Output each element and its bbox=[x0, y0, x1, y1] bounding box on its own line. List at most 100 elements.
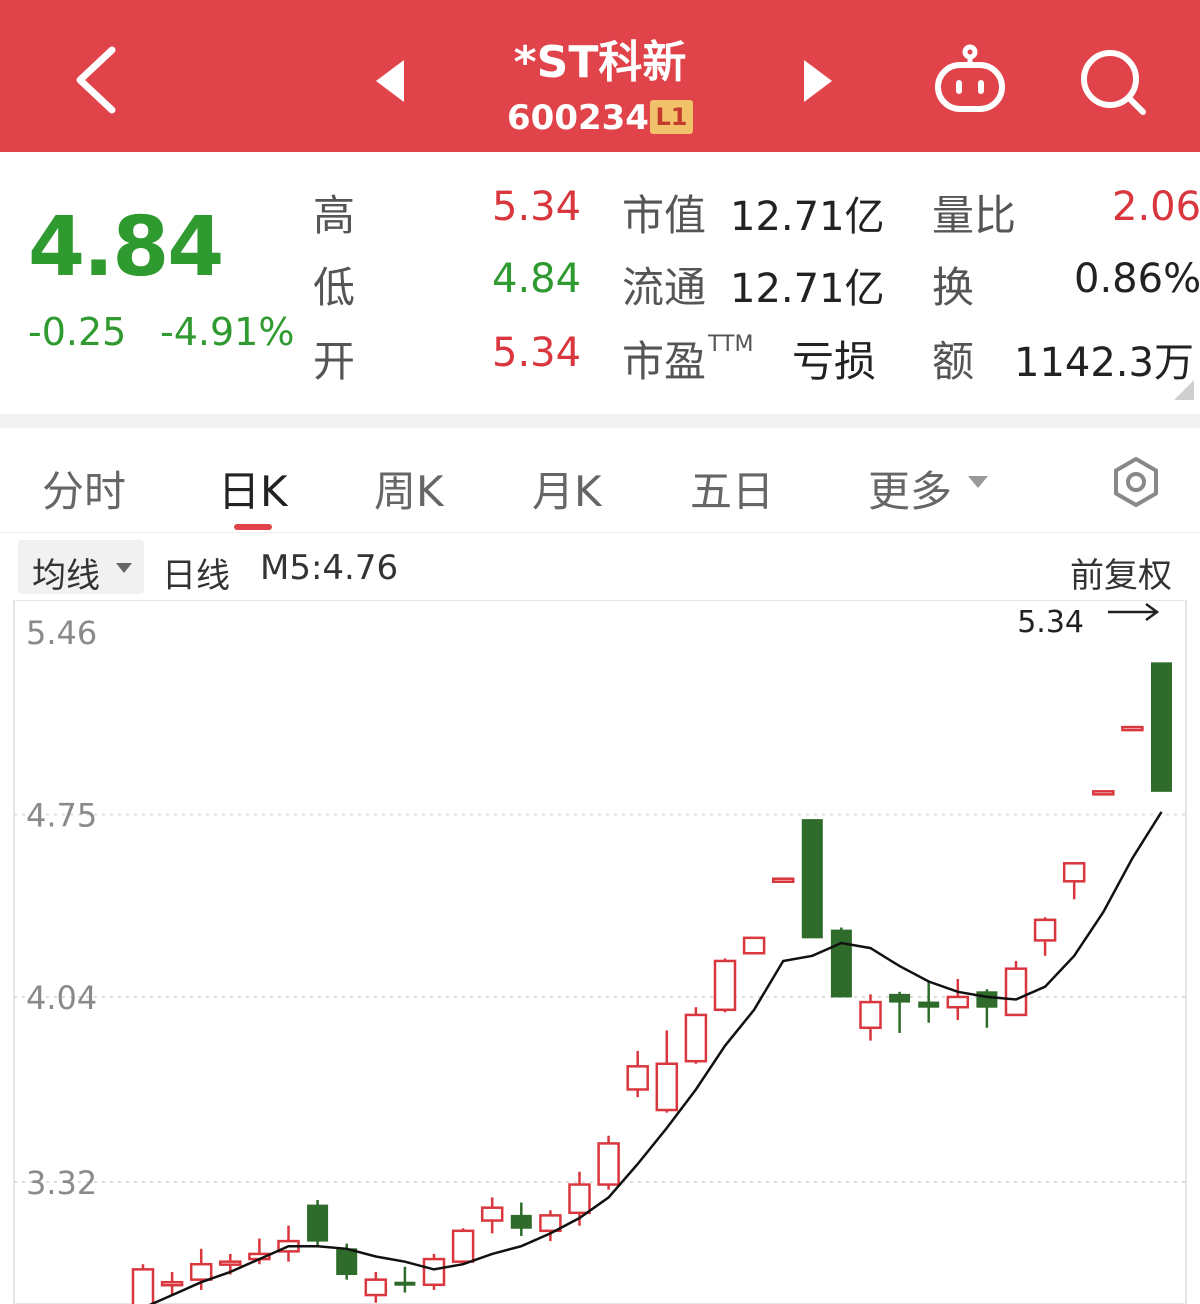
pe-label: 市盈 bbox=[622, 337, 707, 386]
candle bbox=[1062, 862, 1086, 900]
candle-body bbox=[713, 959, 737, 1012]
low-label: 低 bbox=[313, 263, 356, 312]
candle bbox=[889, 991, 911, 1033]
robot-icon[interactable] bbox=[930, 40, 1010, 120]
y-tick-label: 4.75 bbox=[26, 796, 97, 834]
candle bbox=[946, 978, 970, 1021]
candle-body bbox=[451, 1229, 475, 1263]
quote-panel: 4.84 -0.25 -4.91% 高 低 开 5.34 4.84 5.34 市… bbox=[0, 152, 1200, 414]
float-label: 流通 bbox=[622, 263, 707, 312]
candle-body bbox=[918, 1001, 940, 1008]
ma5-line bbox=[148, 811, 1163, 1304]
candle-body bbox=[1151, 662, 1172, 792]
caret-down-icon bbox=[968, 476, 988, 488]
candle bbox=[830, 927, 852, 998]
open-value: 5.34 bbox=[492, 330, 582, 376]
settings-icon[interactable] bbox=[1110, 456, 1162, 508]
max-arrow-icon bbox=[1108, 602, 1160, 622]
pe-value: 亏损 bbox=[792, 337, 877, 386]
section-divider bbox=[0, 414, 1200, 428]
chart-frame bbox=[13, 600, 1187, 1304]
tab-more[interactable]: 更多 bbox=[868, 458, 952, 519]
candle bbox=[1092, 790, 1115, 796]
y-tick-label: 5.46 bbox=[26, 614, 97, 652]
candle-body bbox=[771, 877, 795, 883]
candle-body bbox=[1092, 790, 1115, 796]
candle-body bbox=[394, 1281, 416, 1286]
pe-ttm-label: TTM bbox=[708, 332, 754, 357]
mktcap-value: 12.71亿 bbox=[730, 194, 885, 240]
tab-intraday[interactable]: 分时 bbox=[42, 458, 126, 519]
candle-body bbox=[684, 1013, 708, 1063]
candle-body bbox=[946, 995, 970, 1009]
candle bbox=[801, 819, 823, 939]
price-change: -0.25 bbox=[28, 310, 127, 354]
y-tick-label: 3.32 bbox=[26, 1164, 97, 1202]
candle bbox=[1033, 917, 1057, 956]
candle bbox=[859, 994, 882, 1041]
level-badge: L1 bbox=[650, 100, 693, 134]
candle-body bbox=[568, 1183, 591, 1215]
candle-body bbox=[336, 1248, 358, 1275]
vol-ratio-value: 2.06 bbox=[1112, 184, 1200, 230]
candle-body bbox=[219, 1260, 242, 1266]
candle-body bbox=[364, 1278, 388, 1297]
vol-ratio-label: 量比 bbox=[932, 191, 1017, 240]
ma-selector[interactable]: 均线 bbox=[18, 540, 144, 596]
ma5-value: M5:4.76 bbox=[260, 548, 399, 588]
candle-body bbox=[480, 1206, 504, 1222]
candle bbox=[597, 1135, 620, 1190]
candle bbox=[655, 1030, 679, 1113]
tab-five-day[interactable]: 五日 bbox=[690, 458, 774, 519]
tab-daily-k[interactable]: 日K bbox=[218, 458, 288, 519]
candle-body bbox=[510, 1214, 532, 1229]
candle bbox=[742, 936, 766, 955]
high-value: 5.34 bbox=[492, 184, 582, 230]
candle-body bbox=[1033, 918, 1057, 942]
chart-options-bar: 均线 日线 M5:4.76 前复权 bbox=[0, 534, 1200, 600]
candle bbox=[307, 1199, 329, 1247]
candle-body bbox=[597, 1142, 620, 1186]
stock-name: *ST科新 bbox=[513, 37, 687, 88]
max-price-label: 5.34 bbox=[1017, 605, 1084, 640]
candle-body bbox=[1004, 967, 1028, 1017]
tab-monthly-k[interactable]: 月K bbox=[532, 458, 602, 519]
candle bbox=[394, 1266, 416, 1293]
y-tick-label: 4.04 bbox=[26, 979, 97, 1017]
candle bbox=[510, 1202, 532, 1236]
candle-body bbox=[801, 819, 823, 939]
adjust-mode[interactable]: 前复权 bbox=[1070, 548, 1172, 597]
candle-body bbox=[655, 1062, 679, 1112]
candle bbox=[713, 958, 737, 1013]
top-bar: *ST科新 600234 L1 bbox=[0, 0, 1200, 152]
candle bbox=[364, 1271, 388, 1303]
candle bbox=[189, 1248, 213, 1290]
price-change-pct: -4.91% bbox=[160, 310, 295, 354]
candle bbox=[1151, 662, 1172, 792]
candle bbox=[451, 1228, 475, 1265]
amount-value: 1142.3万 bbox=[1014, 340, 1194, 386]
tab-weekly-k[interactable]: 周K bbox=[374, 458, 444, 519]
period-tabs: 分时 日K 周K 月K 五日 更多 bbox=[0, 428, 1200, 533]
candle-body bbox=[189, 1262, 213, 1281]
stock-code: 600234 bbox=[507, 98, 649, 138]
kline-svg: 5.46 4.75 4.04 3.32 5.34 bbox=[13, 600, 1187, 1304]
kline-chart[interactable]: 5.46 4.75 4.04 3.32 5.34 bbox=[0, 600, 1200, 1304]
ma-selector-label: 均线 bbox=[32, 556, 100, 596]
turnover-value: 0.86% bbox=[1074, 256, 1200, 302]
search-icon[interactable] bbox=[1075, 44, 1155, 124]
candle bbox=[1004, 960, 1028, 1017]
candle-body bbox=[422, 1257, 446, 1287]
expand-corner-icon[interactable] bbox=[1174, 380, 1194, 400]
candle-body bbox=[1121, 725, 1144, 732]
candle-body bbox=[160, 1280, 184, 1287]
candle-body bbox=[889, 993, 911, 1003]
candle bbox=[626, 1050, 649, 1098]
candle bbox=[277, 1225, 300, 1262]
candle bbox=[1121, 725, 1144, 732]
next-stock-icon[interactable] bbox=[796, 56, 836, 106]
candle-body bbox=[859, 1000, 882, 1030]
float-value: 12.71亿 bbox=[730, 266, 885, 312]
candle-body bbox=[976, 991, 998, 1008]
candle bbox=[771, 877, 795, 883]
